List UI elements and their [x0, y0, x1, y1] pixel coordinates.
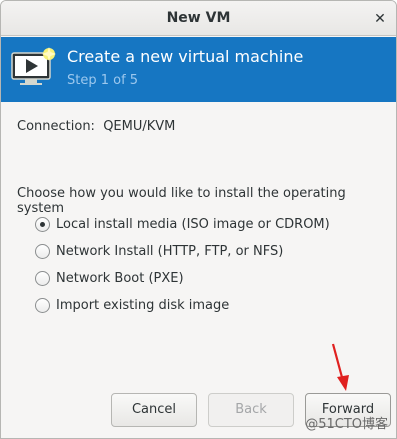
back-button[interactable]: Back — [208, 393, 294, 427]
banner-title: Create a new virtual machine — [67, 47, 304, 66]
red-arrow-annotation — [331, 343, 349, 391]
install-method-prompt: Choose how you would like to install the… — [17, 186, 346, 216]
title-bar: New VM ✕ — [1, 1, 396, 36]
radio-network-install[interactable]: Network Install (HTTP, FTP, or NFS) — [35, 240, 283, 262]
radio-button[interactable] — [35, 270, 50, 286]
watermark: @51CTO博客 — [305, 417, 388, 432]
new-vm-dialog: New VM ✕ Create a new virtual machine St… — [0, 0, 397, 439]
radio-button[interactable] — [35, 243, 50, 259]
radio-network-boot[interactable]: Network Boot (PXE) — [35, 267, 184, 289]
radio-label: Network Boot (PXE) — [56, 270, 184, 286]
radio-button[interactable] — [35, 216, 50, 232]
monitor-play-icon — [11, 47, 56, 85]
radio-local-install-media[interactable]: Local install media (ISO image or CDROM) — [35, 213, 330, 235]
radio-label: Import existing disk image — [56, 297, 230, 313]
radio-import-disk-image[interactable]: Import existing disk image — [35, 294, 229, 316]
step-indicator: Step 1 of 5 — [67, 73, 139, 88]
radio-label: Local install media (ISO image or CDROM) — [56, 216, 330, 232]
cancel-button[interactable]: Cancel — [111, 393, 197, 427]
radio-label: Network Install (HTTP, FTP, or NFS) — [56, 243, 284, 259]
connection-label: Connection: QEMU/KVM — [17, 119, 176, 134]
window-title: New VM — [166, 10, 231, 26]
header-banner: Create a new virtual machine Step 1 of 5 — [1, 37, 396, 102]
close-icon[interactable]: ✕ — [370, 9, 390, 29]
radio-button[interactable] — [35, 297, 50, 313]
